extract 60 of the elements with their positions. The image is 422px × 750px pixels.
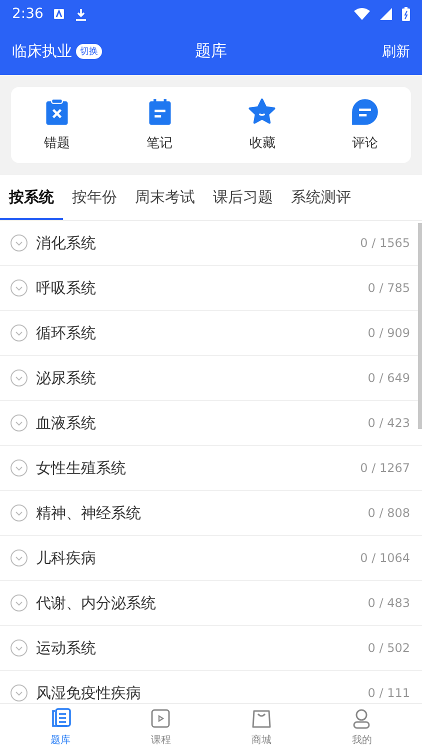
refresh-button[interactable]: 刷新 [382,42,410,60]
expand-chevron-icon[interactable] [10,414,28,432]
expand-chevron-icon[interactable] [10,459,28,477]
progress-count: 0 / 483 [368,596,410,610]
nav-tab[interactable]: 我的 [332,704,392,750]
topic-name[interactable]: 运动系统 [36,638,96,658]
expand-chevron-icon[interactable] [10,369,28,387]
status-time: 2:36 [12,6,44,22]
progress-count: 0 / 808 [368,506,410,520]
topic-name[interactable]: 循环系统 [36,324,96,342]
chat-bubble-icon[interactable] [350,98,379,126]
progress-count: 0 / 909 [368,326,410,340]
shortcut-label[interactable]: 评论 [352,134,378,152]
shortcut-label[interactable]: 笔记 [146,134,173,152]
tab[interactable]: 课后习题 [204,175,282,220]
shortcut-label[interactable]: 错题 [44,134,70,152]
topic-name[interactable]: 女性生殖系统 [36,458,126,478]
page-title: 题库 [195,41,227,60]
progress-count: 0 / 1064 [360,551,410,565]
download-icon [75,8,88,20]
nav-tab[interactable]: 课程 [130,704,191,750]
progress-count: 0 / 1267 [360,461,410,475]
nav-tab[interactable]: 商城 [231,704,292,750]
expand-chevron-icon[interactable] [10,504,28,522]
topic-name[interactable]: 呼吸系统 [36,278,96,298]
progress-count: 0 / 502 [368,641,410,655]
progress-count: 0 / 111 [368,686,410,700]
topic-name[interactable]: 代谢、内分泌系统 [36,594,156,612]
expand-chevron-icon[interactable] [10,594,28,612]
shortcut-label[interactable]: 收藏 [249,134,276,152]
signal-icon [380,8,392,20]
tab[interactable]: 系统测评 [282,175,360,220]
expand-chevron-icon[interactable] [10,279,28,297]
expand-chevron-icon[interactable] [10,234,28,252]
subject-label: 临床执业 [12,42,72,61]
topic-name[interactable]: 消化系统 [36,234,96,252]
expand-chevron-icon[interactable] [10,549,28,567]
topic-name[interactable]: 血液系统 [36,414,96,432]
tab[interactable]: 按年份 [63,175,126,220]
expand-chevron-icon[interactable] [10,639,28,657]
topic-name[interactable]: 精神、神经系统 [36,504,141,522]
progress-count: 0 / 423 [368,416,410,430]
battery-icon [402,7,410,21]
topic-name[interactable]: 泌尿系统 [36,368,96,388]
star-icon[interactable] [248,98,276,126]
progress-count: 0 / 649 [368,371,410,385]
tab[interactable]: 按系统 [0,175,63,220]
topic-name[interactable]: 儿科疾病 [36,548,96,568]
expand-chevron-icon[interactable] [10,684,28,702]
clipboard-x-icon[interactable] [43,98,71,126]
topic-name[interactable]: 风湿免疫性疾病 [36,684,141,702]
notification-icon [53,8,66,20]
switch-button[interactable]: 切换 [76,44,102,59]
expand-chevron-icon[interactable] [10,324,28,342]
progress-count: 0 / 1565 [360,236,410,250]
play-icon[interactable] [149,707,172,730]
progress-count: 0 / 785 [368,281,410,295]
tab[interactable]: 周末考试 [126,175,204,220]
wifi-icon [354,8,370,20]
nav-tab[interactable]: 题库 [30,704,90,750]
